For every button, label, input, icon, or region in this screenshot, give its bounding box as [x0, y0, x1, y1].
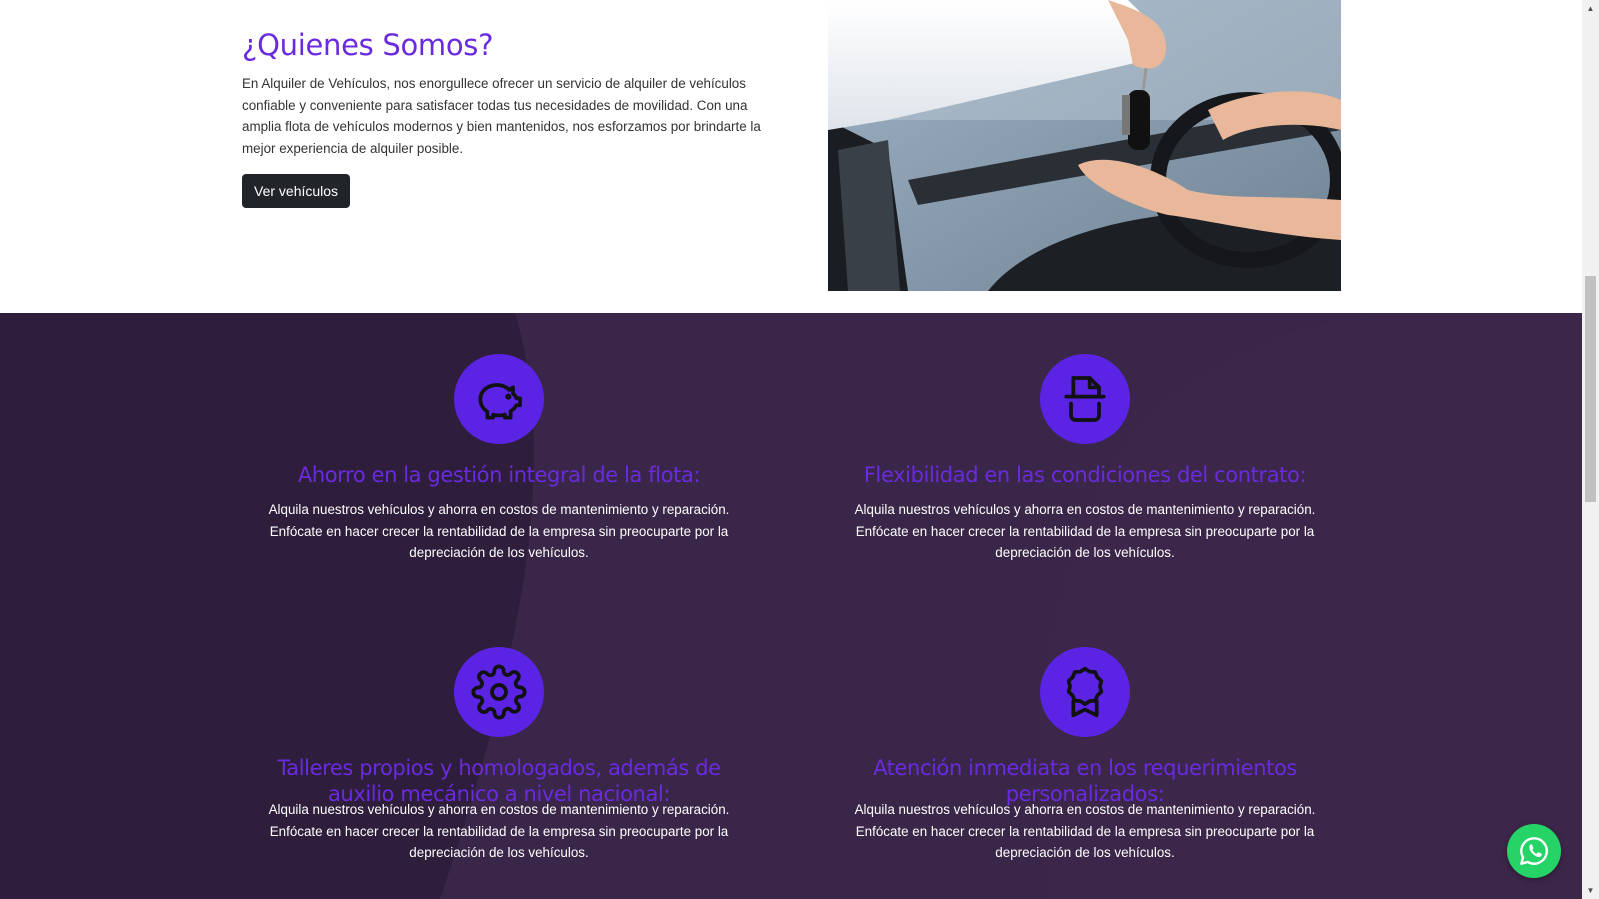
page: ¿Quienes Somos? En Alquiler de Vehículos… [0, 0, 1582, 899]
feature-title: Flexibilidad en las condiciones del cont… [863, 463, 1307, 487]
feature-title: Ahorro en la gestión integral de la flot… [297, 463, 701, 487]
gear-icon [471, 664, 527, 720]
feature-description: Alquila nuestros vehículos y ahorra en c… [854, 802, 1316, 861]
about-section: ¿Quienes Somos? En Alquiler de Vehículos… [0, 0, 1582, 313]
features-section: Ahorro en la gestión integral de la flot… [0, 313, 1582, 899]
about-description: En Alquiler de Vehículos, nos enorgullec… [242, 76, 761, 156]
feature-description: Alquila nuestros vehículos y ahorra en c… [268, 802, 730, 861]
feature-icon-circle [454, 647, 544, 737]
scroll-down-arrow-icon[interactable]: ▼ [1582, 882, 1599, 899]
feature-description: Alquila nuestros vehículos y ahorra en c… [854, 502, 1316, 561]
whatsapp-icon [1520, 837, 1548, 865]
feature-icon-circle [454, 354, 544, 444]
view-vehicles-button[interactable]: Ver vehículos [242, 174, 351, 208]
award-icon [1066, 666, 1104, 718]
feature-icon-circle [1040, 647, 1130, 737]
whatsapp-chat-button[interactable] [1507, 824, 1561, 878]
piggy-bank-icon [478, 383, 522, 420]
scrollbar-thumb[interactable] [1585, 276, 1596, 502]
vertical-scrollbar[interactable]: ▲ ▼ [1582, 0, 1599, 899]
document-icon [1064, 376, 1106, 422]
about-title: ¿Quienes Somos? [242, 28, 494, 62]
background-wave-shape [440, 313, 1582, 899]
scroll-up-arrow-icon[interactable]: ▲ [1582, 0, 1599, 17]
feature-icon-circle [1040, 354, 1130, 444]
feature-description: Alquila nuestros vehículos y ahorra en c… [268, 502, 730, 561]
car-key-handover-photo [828, 0, 1341, 291]
